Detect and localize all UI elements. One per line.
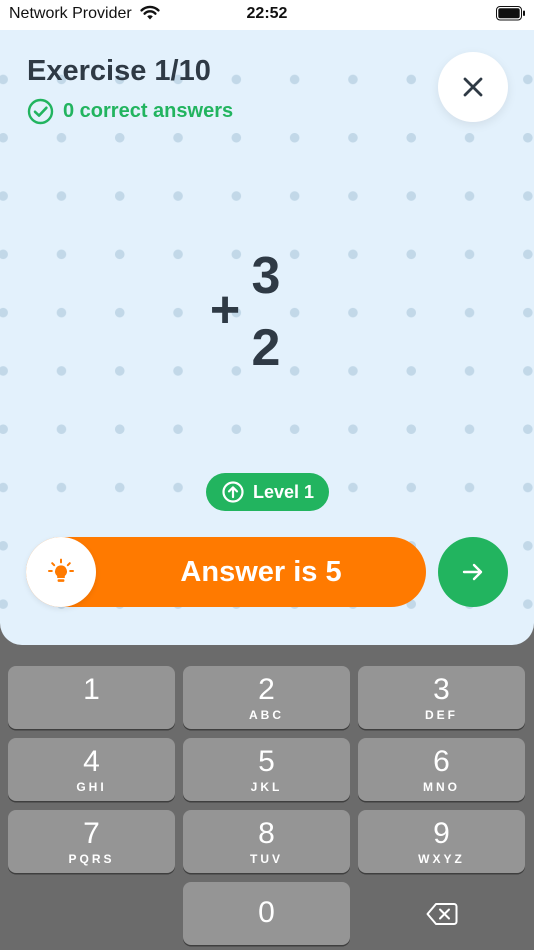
close-icon [463, 77, 483, 97]
key-digit: 6 [433, 745, 450, 778]
key-digit: 2 [258, 673, 275, 706]
key-2[interactable]: 2 ABC [183, 666, 350, 729]
key-3[interactable]: 3 DEF [358, 666, 525, 729]
key-6[interactable]: 6 MNO [358, 738, 525, 801]
status-time: 22:52 [246, 5, 288, 22]
key-letters: MNO [423, 780, 460, 794]
answer-text: Answer is 5 [180, 556, 342, 588]
key-7[interactable]: 7 PQRS [8, 810, 175, 873]
bottom-operand: 2 [251, 319, 281, 377]
key-letters: DEF [425, 708, 458, 722]
key-digit: 5 [258, 745, 275, 778]
status-bar: Network Provider 22:52 [0, 0, 534, 30]
key-digit: 3 [433, 673, 450, 706]
correct-answers-count: 0 correct answers [63, 99, 234, 122]
check-circle-icon [27, 98, 54, 124]
delete-key[interactable] [358, 882, 525, 945]
key-digit: 1 [83, 673, 100, 706]
key-letters: ABC [249, 708, 284, 722]
key-letters: GHI [76, 780, 107, 794]
key-digit: 7 [83, 817, 100, 850]
key-9[interactable]: 9 WXYZ [358, 810, 525, 873]
key-digit: 9 [433, 817, 450, 850]
operator-sign: + [209, 281, 241, 339]
top-operand: 3 [251, 247, 281, 305]
answer-slider[interactable]: Answer is 5 [26, 537, 426, 607]
key-letters: WXYZ [418, 852, 465, 866]
key-letters: JKL [250, 780, 283, 794]
key-4[interactable]: 4 GHI [8, 738, 175, 801]
key-0[interactable]: 0 [183, 882, 350, 945]
backspace-icon [426, 902, 457, 925]
exercise-title: Exercise 1/10 [27, 55, 211, 87]
key-5[interactable]: 5 JKL [183, 738, 350, 801]
key-letters: TUV [250, 852, 283, 866]
key-digit: 0 [258, 896, 275, 929]
arrow-up-circle-icon [222, 481, 244, 503]
battery-icon [496, 6, 526, 26]
arrow-right-icon [462, 563, 483, 581]
key-letters: PQRS [68, 852, 115, 866]
level-badge[interactable]: Level 1 [206, 473, 329, 511]
correct-answers-row: 0 correct answers [27, 97, 233, 125]
close-button[interactable] [438, 52, 508, 122]
key-digit: 4 [83, 745, 100, 778]
level-label: Level 1 [252, 481, 315, 502]
hint-button[interactable] [26, 537, 96, 607]
key-digit: 8 [258, 817, 275, 850]
lightbulb-icon [48, 558, 74, 582]
key-1[interactable]: 1 [8, 666, 175, 729]
next-button[interactable] [438, 537, 508, 607]
key-8[interactable]: 8 TUV [183, 810, 350, 873]
